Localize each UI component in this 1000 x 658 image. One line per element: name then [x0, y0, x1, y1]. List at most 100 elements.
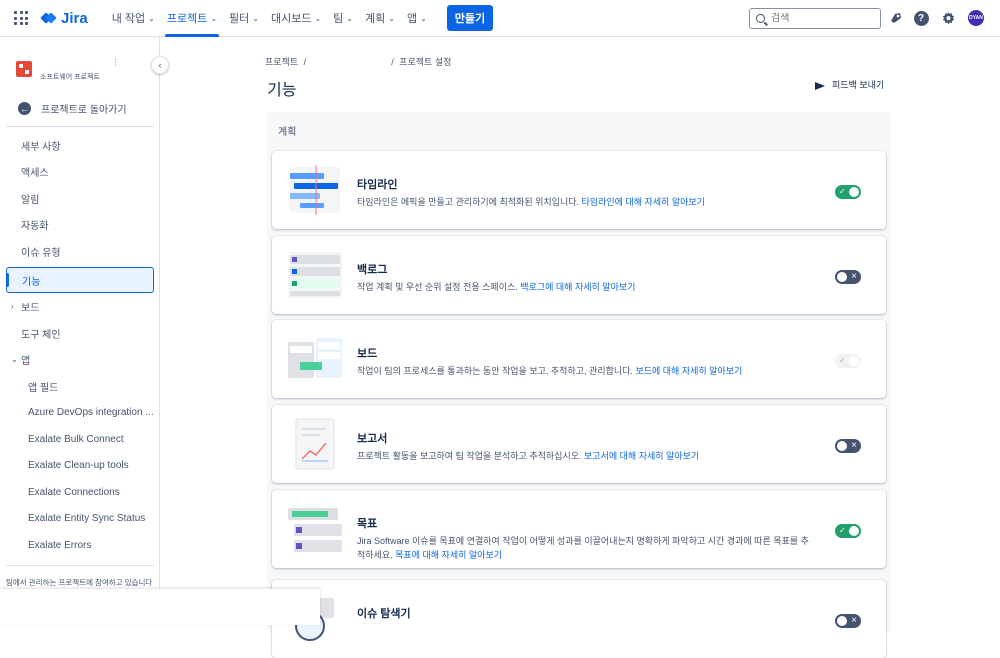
- breadcrumb: 프로젝트 / / 프로젝트 설정: [265, 55, 454, 68]
- nav-dashboards[interactable]: 대시보드 ⌄: [265, 0, 327, 37]
- settings-icon[interactable]: [940, 10, 956, 26]
- app-switcher-icon[interactable]: [14, 11, 28, 25]
- sidebar-subitem-app-fields[interactable]: 앱 필드: [6, 373, 154, 399]
- jira-logo[interactable]: Jira: [40, 9, 88, 27]
- sidebar-item-label: Exalate Bulk Connect: [28, 433, 124, 445]
- flag-overlay: [0, 589, 320, 625]
- nav-apps[interactable]: 앱 ⌄: [401, 0, 433, 37]
- sidebar-item-apps[interactable]: ⌄ 앱: [6, 346, 154, 372]
- feature-toggle-timeline[interactable]: [835, 185, 861, 199]
- feature-toggle-board[interactable]: [835, 354, 861, 368]
- feedback-label: 피드백 보내기: [832, 80, 885, 90]
- sidebar-subitem-exalate-errors[interactable]: Exalate Errors: [6, 532, 154, 558]
- feature-card-issue-navigator: 이슈 탐색기: [272, 580, 886, 658]
- sidebar-item-boards[interactable]: › 보드: [6, 293, 154, 319]
- sidebar-item-features[interactable]: 기능: [6, 267, 154, 293]
- feature-card-reports: 보고서 프로젝트 활동을 보고하여 팀 작업을 분석하고 추적하십시오. 보고서…: [272, 405, 886, 483]
- sidebar-subitem-exalate-connections[interactable]: Exalate Connections: [6, 479, 154, 505]
- feature-toggle-reports[interactable]: [835, 439, 861, 453]
- feature-description: 작업이 팀의 프로세스를 통과하는 동안 작업을 보고, 추적하고, 관리합니다…: [357, 364, 817, 378]
- feature-toggle-backlog[interactable]: [835, 270, 861, 284]
- nav-label: 프로젝트: [166, 13, 208, 25]
- nav-label: 앱: [406, 13, 418, 25]
- breadcrumb-separator: /: [303, 57, 307, 67]
- chevron-down-icon: ⌄: [11, 354, 18, 364]
- reports-illustration-icon: [295, 418, 335, 470]
- project-header[interactable]: [16, 61, 32, 77]
- feature-title: 목표: [357, 518, 378, 530]
- timeline-illustration-icon: [290, 165, 340, 215]
- sidebar-item-label: 세부 사항: [21, 141, 61, 153]
- sidebar-item-label: 앱 필드: [28, 382, 59, 394]
- notifications-icon[interactable]: [888, 10, 904, 26]
- sidebar-item-label: 알림: [21, 194, 40, 206]
- sidebar-item-label: Exalate Entity Sync Status: [28, 512, 146, 524]
- back-to-project-link[interactable]: ← 프로젝트로 돌아가기: [18, 101, 127, 116]
- user-avatar[interactable]: DYAN: [968, 10, 984, 26]
- breadcrumb-projects[interactable]: 프로젝트: [265, 57, 298, 67]
- sidebar-item-label: Exalate Clean-up tools: [28, 459, 129, 471]
- collapse-sidebar-button[interactable]: ‹: [151, 56, 169, 74]
- sidebar-item-access[interactable]: 액세스: [6, 158, 154, 184]
- sidebar-item-details[interactable]: 세부 사항: [6, 132, 154, 158]
- chevron-down-icon: ⌄: [210, 13, 218, 23]
- sidebar-subitem-exalate-bulk-connect[interactable]: Exalate Bulk Connect: [6, 426, 154, 452]
- sidebar-item-label: 액세스: [21, 167, 49, 179]
- feature-learn-more-link[interactable]: 타임라인에 대해 자세히 알아보기: [582, 197, 705, 207]
- search-icon: [756, 14, 765, 23]
- sidebar-item-toolchain[interactable]: 도구 체인: [6, 320, 154, 346]
- nav-teams[interactable]: 팀 ⌄: [327, 0, 359, 37]
- chevron-down-icon: ⌄: [420, 13, 427, 23]
- project-type: 소프트웨어 프로젝트: [40, 74, 100, 81]
- sidebar-subitem-exalate-entity-sync[interactable]: Exalate Entity Sync Status: [6, 505, 154, 531]
- feature-card-timeline: 타임라인 타임라인은 에픽을 만들고 관리하기에 최적화된 위치입니다. 타임라…: [272, 151, 886, 229]
- feature-description: 타임라인은 에픽을 만들고 관리하기에 최적화된 위치입니다. 타임라인에 대해…: [357, 195, 817, 209]
- feature-learn-more-link[interactable]: 백로그에 대해 자세히 알아보기: [520, 282, 635, 292]
- nav-projects[interactable]: 프로젝트 ⌄: [161, 0, 223, 37]
- feature-title: 백로그: [357, 264, 388, 276]
- nav-label: 계획: [364, 13, 386, 25]
- more-dots-icon[interactable]: ⋮: [111, 57, 120, 68]
- chevron-down-icon: ⌄: [314, 13, 322, 23]
- sidebar-item-issue-types[interactable]: 이슈 유형: [6, 238, 154, 264]
- feature-title: 타임라인: [357, 179, 398, 191]
- help-icon[interactable]: ?: [913, 10, 929, 26]
- sidebar-item-automation[interactable]: 자동화: [6, 211, 154, 237]
- feature-learn-more-link[interactable]: 보드에 대해 자세히 알아보기: [635, 366, 742, 376]
- nav-my-work[interactable]: 내 작업 ⌄: [106, 0, 161, 37]
- nav-label: 내 작업: [111, 13, 146, 25]
- sidebar-item-label: 자동화: [21, 220, 49, 232]
- sidebar-divider: [6, 126, 154, 127]
- sidebar-subitem-exalate-cleanup[interactable]: Exalate Clean-up tools: [6, 452, 154, 478]
- feature-card-backlog: 백로그 작업 계획 및 우선 순위 설정 전용 스페이스. 백로그에 대해 자세…: [272, 236, 886, 314]
- feature-toggle-goals[interactable]: [835, 524, 861, 538]
- nav-plans[interactable]: 계획 ⌄: [359, 0, 401, 37]
- feature-description: 작업 계획 및 우선 순위 설정 전용 스페이스. 백로그에 대해 자세히 알아…: [357, 280, 817, 294]
- back-label: 프로젝트로 돌아가기: [41, 105, 127, 116]
- give-feedback-button[interactable]: 피드백 보내기: [815, 78, 884, 91]
- create-button[interactable]: 만들기: [446, 5, 494, 31]
- feature-desc-text: 작업 계획 및 우선 순위 설정 전용 스페이스.: [357, 282, 518, 292]
- feature-learn-more-link[interactable]: 목표에 대해 자세히 알아보기: [395, 550, 502, 560]
- breadcrumb-project-settings[interactable]: 프로젝트 설정: [399, 57, 451, 67]
- sidebar-subitem-azure-devops[interactable]: Azure DevOps integration ...: [6, 399, 154, 425]
- feature-learn-more-link[interactable]: 보고서에 대해 자세히 알아보기: [584, 451, 699, 461]
- sidebar-item-label: Azure DevOps integration ...: [28, 406, 154, 418]
- jira-logo-text: Jira: [61, 9, 88, 27]
- project-avatar-icon: [16, 61, 32, 77]
- chevron-down-icon: ⌄: [346, 13, 353, 23]
- search-box[interactable]: [749, 8, 881, 29]
- sidebar-item-notifications[interactable]: 알림: [6, 185, 154, 211]
- feature-description: Jira Software 이슈를 목표에 연결하여 작업이 어떻게 성과를 이…: [357, 534, 817, 562]
- team-managed-note: 팀에서 관리하는 프로젝트에 참여하고 있습니다: [6, 578, 153, 587]
- search-input[interactable]: [771, 13, 871, 24]
- jira-logo-icon: [40, 11, 57, 25]
- feature-description: 프로젝트 활동을 보고하여 팀 작업을 분석하고 추적하십시오. 보고서에 대해…: [357, 449, 817, 463]
- feature-toggle-issue-navigator[interactable]: [835, 614, 861, 628]
- sidebar-item-label: 이슈 유형: [21, 247, 61, 259]
- goals-illustration-icon: [288, 508, 342, 552]
- feature-desc-text: 타임라인은 에픽을 만들고 관리하기에 최적화된 위치입니다.: [357, 197, 580, 207]
- nav-filters[interactable]: 필터 ⌄: [223, 0, 265, 37]
- chevron-down-icon: ⌄: [388, 13, 395, 23]
- chevron-right-icon: ›: [11, 301, 14, 311]
